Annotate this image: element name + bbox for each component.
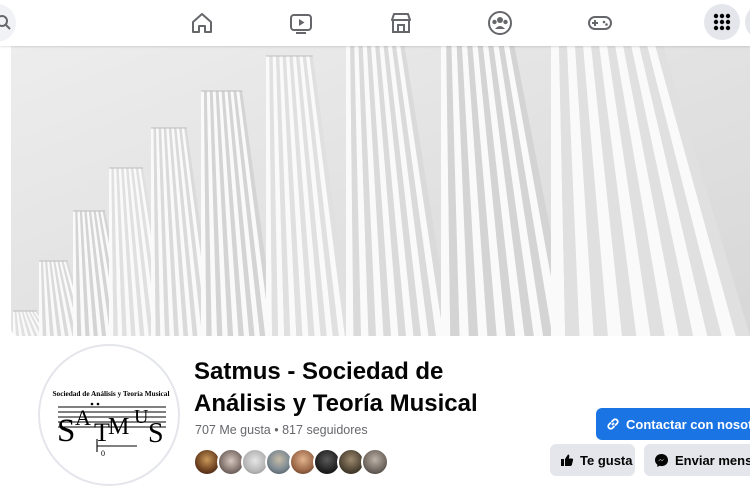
nav-marketplace-button[interactable] (388, 10, 414, 36)
page-title-line-2: Análisis y Teoría Musical (194, 390, 478, 417)
link-icon (607, 418, 619, 430)
search-icon (0, 15, 11, 30)
cover-photo[interactable] (11, 46, 750, 336)
home-icon (192, 13, 212, 33)
followers-count[interactable]: 817 seguidores (282, 423, 367, 437)
messenger-icon (655, 453, 668, 467)
contact-button-label: Contactar con nosotros (626, 416, 750, 432)
gaming-icon (588, 16, 612, 30)
svg-text:S: S (57, 413, 75, 449)
nav-video-button[interactable] (288, 10, 314, 36)
nav-home-button[interactable] (189, 10, 215, 36)
stats-separator: • (274, 423, 279, 437)
cover-photo-image (11, 46, 750, 336)
nav-gaming-button[interactable] (587, 10, 613, 36)
send-message-button-label: Enviar mensaje (675, 452, 750, 468)
page-title-line-1: Satmus - Sociedad de (194, 358, 444, 385)
nav-groups-button[interactable] (487, 10, 513, 36)
menu-button[interactable] (704, 4, 740, 40)
video-icon (290, 14, 312, 34)
svg-text:0: 0 (101, 449, 105, 458)
account-button[interactable] (745, 4, 750, 40)
svg-text:A: A (75, 405, 91, 430)
thumbs-up-icon (561, 454, 574, 466)
svg-text:U: U (134, 406, 149, 428)
satmus-logo-icon: S A T M U S 0 (57, 402, 166, 458)
like-button-label: Te gusta (580, 452, 633, 468)
like-button[interactable]: Te gusta (550, 444, 635, 476)
groups-icon (488, 11, 512, 35)
menu-grid-icon (713, 13, 731, 31)
svg-text:S: S (148, 418, 164, 449)
page-profile-picture[interactable]: Sociedad de Análisis y Teoría Musical S … (38, 344, 180, 486)
send-message-button[interactable]: Enviar mensaje (644, 444, 750, 476)
page-stats: 707 Me gusta • 817 seguidores (195, 423, 368, 437)
search-button[interactable] (0, 4, 16, 42)
page-title: Satmus - Sociedad de Análisis y Teoría M… (194, 356, 534, 420)
friend-avatar[interactable] (361, 448, 389, 476)
svg-text:M: M (108, 414, 129, 440)
likes-count[interactable]: 707 Me gusta (195, 423, 271, 437)
marketplace-icon (391, 13, 411, 33)
top-navigation-bar (0, 0, 750, 46)
contact-button[interactable]: Contactar con nosotros (596, 408, 750, 440)
